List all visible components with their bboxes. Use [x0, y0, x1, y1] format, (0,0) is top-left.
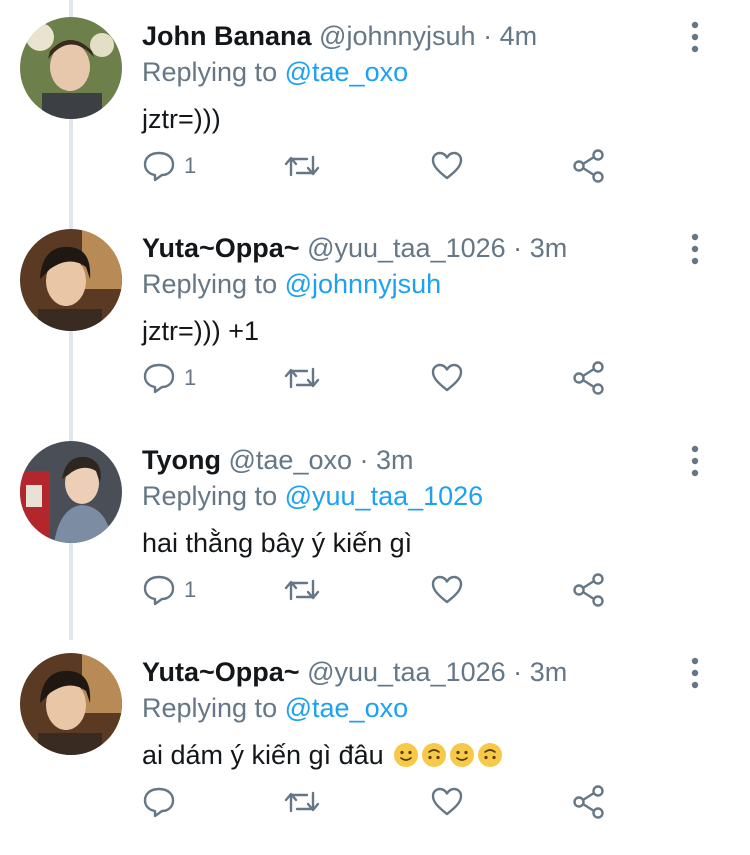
timestamp[interactable]: 3m	[530, 657, 568, 687]
replying-to-handle[interactable]: @johnnyjsuh	[285, 269, 442, 299]
more-options-icon[interactable]	[683, 444, 707, 478]
retweet-button[interactable]	[283, 144, 321, 188]
retweet-icon	[284, 367, 320, 389]
separator-dot: ·	[513, 657, 523, 687]
separator-dot: ·	[359, 445, 369, 475]
tweet-actions: 1	[142, 568, 622, 612]
reply-icon	[143, 363, 175, 394]
retweet-icon	[284, 579, 320, 601]
retweet-icon	[284, 791, 320, 813]
timestamp[interactable]: 4m	[500, 21, 538, 51]
avatar[interactable]	[20, 229, 122, 331]
reply-count: 1	[184, 577, 197, 602]
reply-button[interactable]: 1	[142, 144, 196, 188]
tweet[interactable]: Tyong @tae_oxo · 3m Replying to @yuu_taa…	[0, 424, 750, 636]
retweet-button[interactable]	[283, 356, 321, 400]
slightly-smiling-emoji	[450, 743, 475, 767]
display-name[interactable]: Tyong	[142, 445, 221, 475]
tweet-text-body: ai dám ý kiến gì đâu	[142, 740, 384, 770]
tweet-header: Yuta~Oppa~ @yuu_taa_1026 · 3m	[142, 654, 567, 690]
slightly-smiling-emoji	[394, 743, 419, 767]
reply-count: 1	[184, 153, 197, 178]
upside-down-emoji	[422, 743, 447, 767]
like-button[interactable]	[430, 356, 464, 400]
display-name[interactable]: John Banana	[142, 21, 312, 51]
share-button[interactable]	[571, 144, 607, 188]
tweet-header: Tyong @tae_oxo · 3m	[142, 442, 414, 478]
tweet-text: jztr=)))	[142, 104, 221, 134]
tweet-header: John Banana @johnnyjsuh · 4m	[142, 18, 537, 54]
avatar[interactable]	[20, 441, 122, 543]
replying-to-label: Replying to	[142, 481, 278, 511]
share-button[interactable]	[571, 356, 607, 400]
retweet-button[interactable]	[283, 568, 321, 612]
like-button[interactable]	[430, 568, 464, 612]
replying-to-handle[interactable]: @yuu_taa_1026	[285, 481, 484, 511]
tweet[interactable]: Yuta~Oppa~ @yuu_taa_1026 · 3m Replying t…	[0, 636, 750, 848]
share-icon	[573, 361, 604, 395]
tweet-text: hai thằng bây ý kiến gì	[142, 528, 413, 558]
timestamp[interactable]: 3m	[530, 233, 568, 263]
tweet-actions	[142, 780, 622, 824]
replying-to: Replying to @tae_oxo	[142, 690, 408, 726]
retweet-button[interactable]	[283, 780, 321, 824]
reply-icon	[143, 151, 175, 182]
user-handle[interactable]: @tae_oxo	[229, 445, 353, 475]
separator-dot: ·	[513, 233, 523, 263]
display-name[interactable]: Yuta~Oppa~	[142, 657, 300, 687]
reply-icon	[143, 575, 175, 606]
share-button[interactable]	[571, 568, 607, 612]
share-button[interactable]	[571, 780, 607, 824]
share-icon	[573, 785, 604, 819]
retweet-icon	[284, 155, 320, 177]
avatar[interactable]	[20, 17, 122, 119]
tweet-text: jztr=))) +1	[142, 316, 260, 346]
like-button[interactable]	[430, 144, 464, 188]
reply-icon	[143, 787, 175, 818]
separator-dot: ·	[483, 21, 493, 51]
replying-to: Replying to @tae_oxo	[142, 54, 408, 90]
replying-to-label: Replying to	[142, 57, 278, 87]
like-button[interactable]	[430, 780, 464, 824]
avatar[interactable]	[20, 653, 122, 755]
replying-to-label: Replying to	[142, 269, 278, 299]
tweet-header: Yuta~Oppa~ @yuu_taa_1026 · 3m	[142, 230, 567, 266]
upside-down-emoji	[478, 743, 503, 767]
like-icon	[431, 575, 463, 604]
more-options-icon[interactable]	[683, 656, 707, 690]
reply-count: 1	[184, 365, 197, 390]
reply-button[interactable]	[142, 780, 184, 824]
tweet[interactable]: Yuta~Oppa~ @yuu_taa_1026 · 3m Replying t…	[0, 212, 750, 424]
tweet-text: ai dám ý kiến gì đâu	[142, 736, 503, 774]
more-options-icon[interactable]	[683, 232, 707, 266]
reply-button[interactable]: 1	[142, 568, 196, 612]
replying-to-label: Replying to	[142, 693, 278, 723]
like-icon	[431, 151, 463, 180]
tweet[interactable]: John Banana @johnnyjsuh · 4m Replying to…	[0, 0, 750, 212]
timestamp[interactable]: 3m	[376, 445, 414, 475]
share-icon	[573, 149, 604, 183]
user-handle[interactable]: @yuu_taa_1026	[307, 657, 506, 687]
replying-to: Replying to @johnnyjsuh	[142, 266, 441, 302]
share-icon	[573, 573, 604, 607]
replying-to-handle[interactable]: @tae_oxo	[285, 693, 409, 723]
tweet-actions: 1	[142, 144, 622, 188]
user-handle[interactable]: @johnnyjsuh	[319, 21, 476, 51]
user-handle[interactable]: @yuu_taa_1026	[307, 233, 506, 263]
like-icon	[431, 787, 463, 816]
more-options-icon[interactable]	[683, 20, 707, 54]
replying-to: Replying to @yuu_taa_1026	[142, 478, 483, 514]
display-name[interactable]: Yuta~Oppa~	[142, 233, 300, 263]
reply-button[interactable]: 1	[142, 356, 196, 400]
like-icon	[431, 363, 463, 392]
tweet-actions: 1	[142, 356, 622, 400]
replying-to-handle[interactable]: @tae_oxo	[285, 57, 409, 87]
